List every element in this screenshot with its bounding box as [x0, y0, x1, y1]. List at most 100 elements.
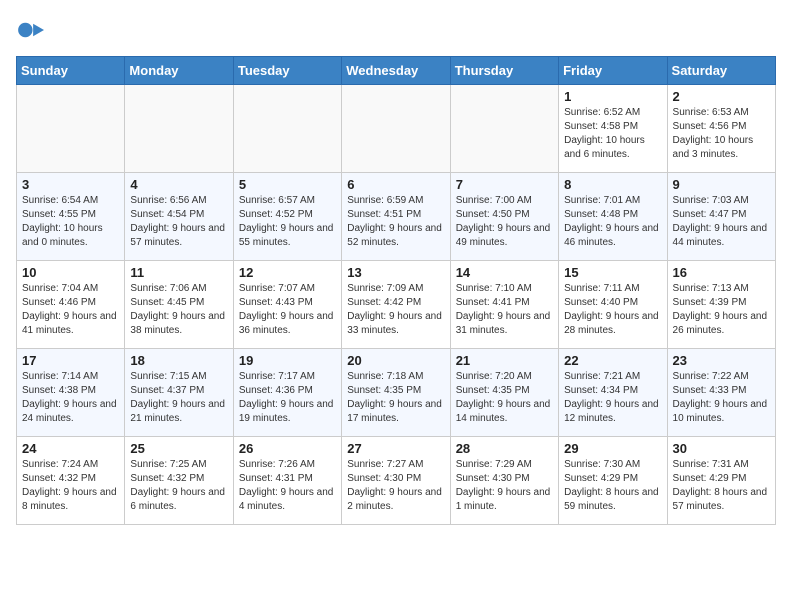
day-number: 28: [456, 441, 553, 456]
day-info: Sunrise: 7:01 AM Sunset: 4:48 PM Dayligh…: [564, 194, 661, 250]
day-number: 12: [239, 265, 336, 280]
day-info: Sunrise: 6:54 AM Sunset: 4:55 PM Dayligh…: [22, 194, 119, 250]
calendar-day-cell: [342, 85, 450, 173]
day-info: Sunrise: 7:13 AM Sunset: 4:39 PM Dayligh…: [673, 282, 770, 338]
calendar-day-cell: 28 Sunrise: 7:29 AM Sunset: 4:30 PM Dayli…: [450, 437, 558, 525]
day-number: 29: [564, 441, 661, 456]
day-number: 21: [456, 353, 553, 368]
day-info: Sunrise: 7:20 AM Sunset: 4:35 PM Dayligh…: [456, 370, 553, 426]
calendar-day-cell: 15 Sunrise: 7:11 AM Sunset: 4:40 PM Dayli…: [559, 261, 667, 349]
day-number: 10: [22, 265, 119, 280]
day-info: Sunrise: 7:17 AM Sunset: 4:36 PM Dayligh…: [239, 370, 336, 426]
day-number: 24: [22, 441, 119, 456]
calendar-day-cell: 13 Sunrise: 7:09 AM Sunset: 4:42 PM Dayli…: [342, 261, 450, 349]
calendar-day-cell: 25 Sunrise: 7:25 AM Sunset: 4:32 PM Dayli…: [125, 437, 233, 525]
weekday-label: Tuesday: [233, 57, 341, 85]
weekday-label: Wednesday: [342, 57, 450, 85]
day-number: 6: [347, 177, 444, 192]
calendar-week-row: 10Sunrise: 7:04 AM Sunset: 4:46 PM Dayli…: [17, 261, 776, 349]
weekday-label: Saturday: [667, 57, 775, 85]
day-number: 25: [130, 441, 227, 456]
calendar-day-cell: 30Sunrise: 7:31 AM Sunset: 4:29 PM Dayli…: [667, 437, 775, 525]
calendar-week-row: 3 Sunrise: 6:54 AM Sunset: 4:55 PM Daylig…: [17, 173, 776, 261]
calendar-day-cell: 6 Sunrise: 6:59 AM Sunset: 4:51 PM Daylig…: [342, 173, 450, 261]
calendar-day-cell: 24 Sunrise: 7:24 AM Sunset: 4:32 PM Dayli…: [17, 437, 125, 525]
calendar-day-cell: 1 Sunrise: 6:52 AM Sunset: 4:58 PM Daylig…: [559, 85, 667, 173]
day-number: 18: [130, 353, 227, 368]
day-number: 4: [130, 177, 227, 192]
day-number: 8: [564, 177, 661, 192]
calendar-body: 1 Sunrise: 6:52 AM Sunset: 4:58 PM Daylig…: [17, 85, 776, 525]
day-number: 3: [22, 177, 119, 192]
day-number: 23: [673, 353, 770, 368]
calendar-week-row: 1 Sunrise: 6:52 AM Sunset: 4:58 PM Daylig…: [17, 85, 776, 173]
weekday-label: Thursday: [450, 57, 558, 85]
calendar-day-cell: 11 Sunrise: 7:06 AM Sunset: 4:45 PM Dayli…: [125, 261, 233, 349]
calendar-day-cell: 20 Sunrise: 7:18 AM Sunset: 4:35 PM Dayli…: [342, 349, 450, 437]
day-info: Sunrise: 7:24 AM Sunset: 4:32 PM Dayligh…: [22, 458, 119, 514]
calendar-day-cell: 12 Sunrise: 7:07 AM Sunset: 4:43 PM Dayli…: [233, 261, 341, 349]
day-info: Sunrise: 6:57 AM Sunset: 4:52 PM Dayligh…: [239, 194, 336, 250]
calendar-day-cell: 16 Sunrise: 7:13 AM Sunset: 4:39 PM Dayli…: [667, 261, 775, 349]
logo: [16, 16, 48, 44]
day-number: 15: [564, 265, 661, 280]
day-info: Sunrise: 7:14 AM Sunset: 4:38 PM Dayligh…: [22, 370, 119, 426]
day-number: 22: [564, 353, 661, 368]
day-info: Sunrise: 7:03 AM Sunset: 4:47 PM Dayligh…: [673, 194, 770, 250]
day-info: Sunrise: 7:15 AM Sunset: 4:37 PM Dayligh…: [130, 370, 227, 426]
day-info: Sunrise: 7:26 AM Sunset: 4:31 PM Dayligh…: [239, 458, 336, 514]
day-info: Sunrise: 7:29 AM Sunset: 4:30 PM Dayligh…: [456, 458, 553, 514]
day-info: Sunrise: 7:22 AM Sunset: 4:33 PM Dayligh…: [673, 370, 770, 426]
calendar-day-cell: 2Sunrise: 6:53 AM Sunset: 4:56 PM Daylig…: [667, 85, 775, 173]
day-number: 14: [456, 265, 553, 280]
calendar-day-cell: 23 Sunrise: 7:22 AM Sunset: 4:33 PM Dayli…: [667, 349, 775, 437]
calendar-day-cell: 5Sunrise: 6:57 AM Sunset: 4:52 PM Daylig…: [233, 173, 341, 261]
calendar-day-cell: 7 Sunrise: 7:00 AM Sunset: 4:50 PM Daylig…: [450, 173, 558, 261]
day-number: 27: [347, 441, 444, 456]
day-info: Sunrise: 7:10 AM Sunset: 4:41 PM Dayligh…: [456, 282, 553, 338]
calendar-day-cell: 8 Sunrise: 7:01 AM Sunset: 4:48 PM Daylig…: [559, 173, 667, 261]
weekday-label: Sunday: [17, 57, 125, 85]
calendar-day-cell: 26 Sunrise: 7:26 AM Sunset: 4:31 PM Dayli…: [233, 437, 341, 525]
day-number: 13: [347, 265, 444, 280]
page-header: [16, 16, 776, 44]
calendar-day-cell: 17 Sunrise: 7:14 AM Sunset: 4:38 PM Dayli…: [17, 349, 125, 437]
calendar-day-cell: 18 Sunrise: 7:15 AM Sunset: 4:37 PM Dayli…: [125, 349, 233, 437]
day-info: Sunrise: 7:21 AM Sunset: 4:34 PM Dayligh…: [564, 370, 661, 426]
day-info: Sunrise: 7:11 AM Sunset: 4:40 PM Dayligh…: [564, 282, 661, 338]
day-number: 17: [22, 353, 119, 368]
day-info: Sunrise: 7:30 AM Sunset: 4:29 PM Dayligh…: [564, 458, 661, 514]
calendar-day-cell: 4Sunrise: 6:56 AM Sunset: 4:54 PM Daylig…: [125, 173, 233, 261]
calendar-day-cell: 3 Sunrise: 6:54 AM Sunset: 4:55 PM Daylig…: [17, 173, 125, 261]
day-info: Sunrise: 6:53 AM Sunset: 4:56 PM Dayligh…: [673, 106, 770, 162]
day-number: 11: [130, 265, 227, 280]
calendar-day-cell: [233, 85, 341, 173]
calendar-week-row: 17 Sunrise: 7:14 AM Sunset: 4:38 PM Dayli…: [17, 349, 776, 437]
calendar-day-cell: [17, 85, 125, 173]
day-number: 26: [239, 441, 336, 456]
day-info: Sunrise: 6:52 AM Sunset: 4:58 PM Dayligh…: [564, 106, 661, 162]
calendar-day-cell: 29 Sunrise: 7:30 AM Sunset: 4:29 PM Dayli…: [559, 437, 667, 525]
day-info: Sunrise: 6:59 AM Sunset: 4:51 PM Dayligh…: [347, 194, 444, 250]
day-info: Sunrise: 7:06 AM Sunset: 4:45 PM Dayligh…: [130, 282, 227, 338]
day-number: 7: [456, 177, 553, 192]
day-info: Sunrise: 7:31 AM Sunset: 4:29 PM Dayligh…: [673, 458, 770, 514]
day-number: 16: [673, 265, 770, 280]
day-number: 9: [673, 177, 770, 192]
calendar-day-cell: 21 Sunrise: 7:20 AM Sunset: 4:35 PM Dayli…: [450, 349, 558, 437]
day-number: 20: [347, 353, 444, 368]
day-info: Sunrise: 7:07 AM Sunset: 4:43 PM Dayligh…: [239, 282, 336, 338]
day-info: Sunrise: 7:27 AM Sunset: 4:30 PM Dayligh…: [347, 458, 444, 514]
day-info: Sunrise: 7:25 AM Sunset: 4:32 PM Dayligh…: [130, 458, 227, 514]
day-number: 1: [564, 89, 661, 104]
calendar-week-row: 24 Sunrise: 7:24 AM Sunset: 4:32 PM Dayli…: [17, 437, 776, 525]
calendar-day-cell: [450, 85, 558, 173]
weekday-label: Monday: [125, 57, 233, 85]
calendar-day-cell: 10Sunrise: 7:04 AM Sunset: 4:46 PM Dayli…: [17, 261, 125, 349]
day-info: Sunrise: 7:18 AM Sunset: 4:35 PM Dayligh…: [347, 370, 444, 426]
day-info: Sunrise: 7:00 AM Sunset: 4:50 PM Dayligh…: [456, 194, 553, 250]
calendar-day-cell: [125, 85, 233, 173]
calendar-day-cell: 14 Sunrise: 7:10 AM Sunset: 4:41 PM Dayli…: [450, 261, 558, 349]
calendar-day-cell: 22 Sunrise: 7:21 AM Sunset: 4:34 PM Dayli…: [559, 349, 667, 437]
day-info: Sunrise: 7:09 AM Sunset: 4:42 PM Dayligh…: [347, 282, 444, 338]
